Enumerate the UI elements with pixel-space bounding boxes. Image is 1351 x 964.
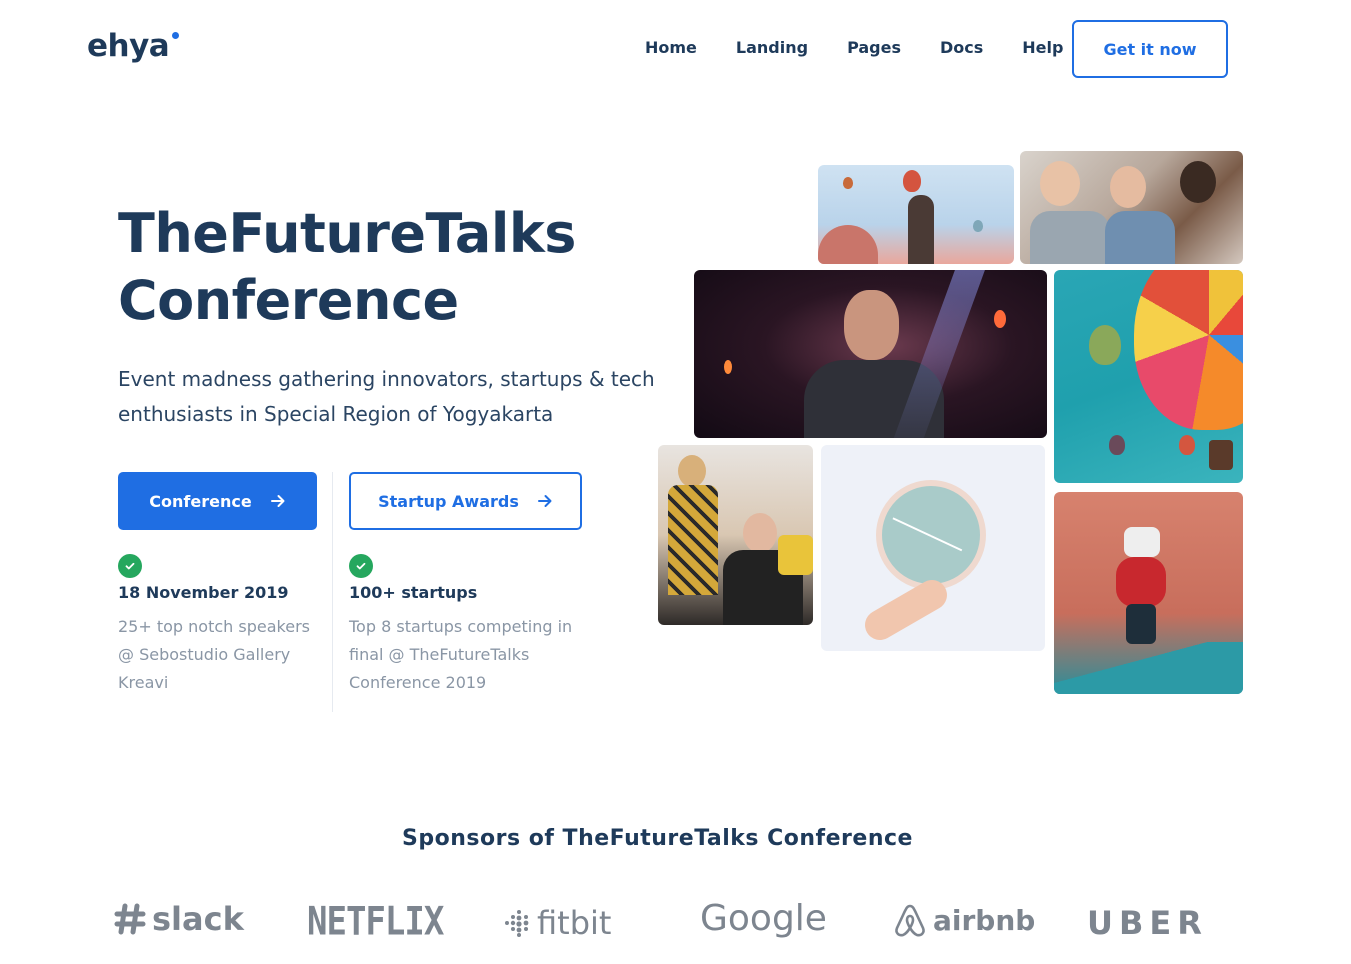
feature-description: Top 8 startups competing in final @ TheF… (349, 613, 589, 697)
page-title: TheFutureTalks Conference (118, 200, 576, 334)
sponsors-title: Sponsors of TheFutureTalks Conference (402, 826, 913, 851)
arrow-right-icon (537, 495, 552, 507)
slack-logo: slack (114, 900, 244, 938)
check-circle-icon (349, 554, 373, 578)
google-logo: Google (700, 898, 827, 939)
clock-face (876, 480, 986, 590)
logo-dot (172, 32, 180, 39)
balloons-sky-photo (818, 165, 1014, 264)
feature-description: 25+ top notch speakers @ Sebostudio Gall… (118, 613, 338, 697)
slack-hash-icon (114, 903, 146, 935)
conference-button[interactable]: Conference (118, 472, 317, 530)
arrow-right-icon (270, 495, 285, 507)
vr-headset-court-photo (1054, 492, 1243, 694)
hero-description: Event madness gathering innovators, star… (118, 362, 658, 432)
feature-desc-line: Kreavi (118, 673, 169, 692)
feature-startups: 100+ startups Top 8 startups competing i… (349, 554, 589, 697)
airbnb-belo-icon (895, 904, 925, 937)
feature-desc-line: Top 8 startups competing in (349, 617, 573, 636)
feature-title: 100+ startups (349, 583, 478, 602)
fitbit-dots-icon (505, 910, 529, 937)
uber-logo: UBER (1087, 904, 1208, 942)
nav-landing[interactable]: Landing (736, 38, 808, 57)
friends-laughing-photo (1020, 151, 1243, 264)
conference-button-label: Conference (149, 491, 252, 511)
airbnb-logo: airbnb (893, 902, 1035, 938)
startup-awards-button[interactable]: Startup Awards (349, 472, 582, 530)
airbnb-logo-text: airbnb (933, 903, 1036, 937)
speaker-stage-photo (694, 270, 1047, 438)
feature-desc-line: Conference 2019 (349, 673, 487, 692)
logo-text: ehya (87, 28, 170, 64)
get-it-now-button[interactable]: Get it now (1072, 20, 1228, 78)
wall-clock-photo (821, 445, 1045, 651)
description-line-1: Event madness gathering innovators, star… (118, 367, 655, 391)
nav-home[interactable]: Home (645, 38, 697, 57)
nav-pages[interactable]: Pages (847, 38, 901, 57)
feature-desc-line: 25+ top notch speakers (118, 617, 310, 636)
feature-desc-line: @ Sebostudio Gallery (118, 645, 291, 664)
hot-air-balloon-photo (1054, 270, 1243, 483)
slack-logo-text: slack (152, 900, 244, 938)
sponsor-logos: slack NETFLIX fitbit Google airbnb UBER (0, 896, 1351, 946)
top-nav: Home Landing Pages Docs Help (645, 38, 1102, 57)
feature-desc-line: final @ TheFutureTalks (349, 645, 530, 664)
feature-date: 18 November 2019 25+ top notch speakers … (118, 554, 338, 697)
title-line-1: TheFutureTalks (118, 202, 576, 265)
title-line-2: Conference (118, 269, 459, 332)
fitbit-logo-text: fitbit (537, 904, 612, 942)
two-people-desk-photo (658, 445, 813, 625)
netflix-logo: NETFLIX (307, 899, 444, 945)
description-line-2: enthusiasts in Special Region of Yogyaka… (118, 402, 554, 426)
feature-title: 18 November 2019 (118, 583, 289, 602)
nav-help[interactable]: Help (1022, 38, 1063, 57)
fitbit-logo: fitbit (503, 904, 611, 942)
ehya-logo[interactable]: ehya (87, 28, 180, 64)
nav-docs[interactable]: Docs (940, 38, 983, 57)
check-circle-icon (118, 554, 142, 578)
startup-awards-button-label: Startup Awards (378, 491, 519, 511)
